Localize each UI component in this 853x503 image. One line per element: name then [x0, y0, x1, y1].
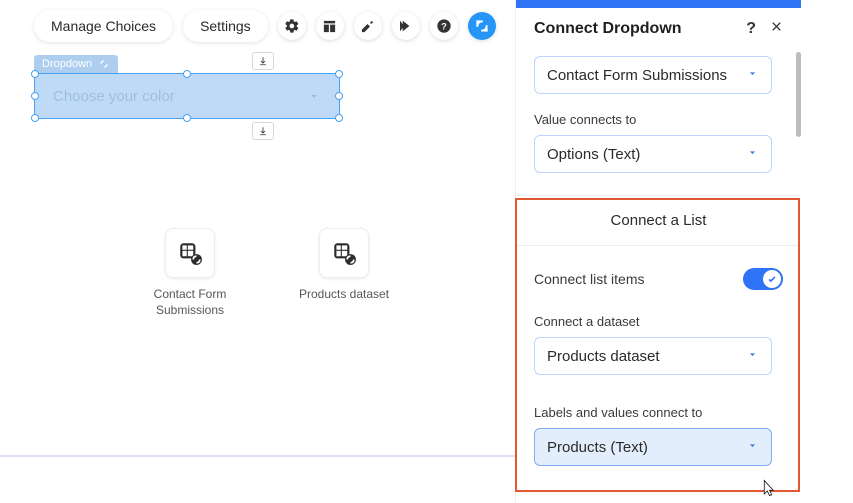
layout-icon[interactable]: [316, 12, 344, 40]
labels-connect-select[interactable]: Products (Text): [534, 428, 772, 466]
element-tag: Dropdown: [34, 55, 118, 73]
connect-data-icon[interactable]: [468, 12, 496, 40]
design-icon[interactable]: [354, 12, 382, 40]
animation-icon[interactable]: [392, 12, 420, 40]
resize-handle[interactable]: [335, 114, 343, 122]
value-connects-value: Options (Text): [547, 146, 640, 163]
element-tag-label: Dropdown: [42, 58, 92, 70]
connect-dataset-select[interactable]: Products dataset: [534, 337, 772, 375]
dataset-contact-form[interactable]: Contact Form Submissions: [140, 228, 240, 318]
resize-handle[interactable]: [183, 114, 191, 122]
gear-icon[interactable]: [278, 12, 306, 40]
resize-handle[interactable]: [31, 114, 39, 122]
element-toolbar: Manage Choices Settings ?: [34, 10, 496, 42]
dataset-select[interactable]: Contact Form Submissions: [534, 56, 772, 94]
labels-connect-label: Labels and values connect to: [534, 405, 783, 420]
dataset-icon: [319, 228, 369, 278]
size-chip-bottom: [252, 122, 274, 140]
connect-list-toggle[interactable]: [743, 268, 783, 290]
panel-help-icon[interactable]: ?: [746, 20, 756, 38]
dataset-icon: [165, 228, 215, 278]
dropdown-placeholder: Choose your color: [53, 88, 175, 105]
resize-handle[interactable]: [335, 92, 343, 100]
connect-dataset-value: Products dataset: [547, 348, 660, 365]
value-connects-label: Value connects to: [534, 112, 783, 127]
help-icon[interactable]: ?: [430, 12, 458, 40]
resize-handle[interactable]: [335, 70, 343, 78]
connect-dataset-label: Connect a dataset: [534, 314, 783, 329]
chevron-down-icon: [746, 146, 759, 163]
panel-body: Contact Form Submissions Value connects …: [516, 52, 801, 503]
resize-handle[interactable]: [183, 70, 191, 78]
manage-choices-button[interactable]: Manage Choices: [34, 10, 173, 42]
dataset-select-value: Contact Form Submissions: [547, 67, 727, 84]
chevron-down-icon: [746, 439, 759, 456]
panel-header: Connect Dropdown ?: [516, 8, 801, 52]
panel-title: Connect Dropdown: [534, 20, 682, 38]
connect-list-header: Connect a List: [516, 195, 801, 246]
chevron-down-icon: [307, 89, 321, 103]
scrollbar[interactable]: [796, 52, 801, 137]
resize-handle[interactable]: [31, 92, 39, 100]
canvas-divider: [0, 455, 515, 457]
dataset-products[interactable]: Products dataset: [294, 228, 394, 318]
toggle-knob: [763, 270, 781, 288]
chevron-down-icon: [746, 67, 759, 84]
dataset-label: Products dataset: [299, 286, 389, 302]
connect-list-toggle-row: Connect list items: [534, 246, 783, 296]
connect-badge-icon: [98, 59, 110, 69]
connect-list-toggle-label: Connect list items: [534, 271, 644, 287]
dataset-label: Contact Form Submissions: [140, 286, 240, 318]
dropdown-field[interactable]: Choose your color: [34, 73, 340, 119]
chevron-down-icon: [746, 348, 759, 365]
close-icon[interactable]: [770, 20, 783, 38]
size-chip-top: [252, 52, 274, 70]
canvas-datasets: Contact Form Submissions Products datase…: [140, 228, 394, 318]
labels-connect-value: Products (Text): [547, 439, 648, 456]
panel-accent-bar: [516, 0, 801, 8]
connect-panel: Connect Dropdown ? Contact Form Submissi…: [515, 0, 801, 503]
resize-handle[interactable]: [31, 70, 39, 78]
value-connects-select[interactable]: Options (Text): [534, 135, 772, 173]
svg-text:?: ?: [441, 21, 447, 31]
selected-dropdown-element[interactable]: Dropdown Choose your color: [34, 54, 340, 119]
settings-button[interactable]: Settings: [183, 10, 268, 42]
